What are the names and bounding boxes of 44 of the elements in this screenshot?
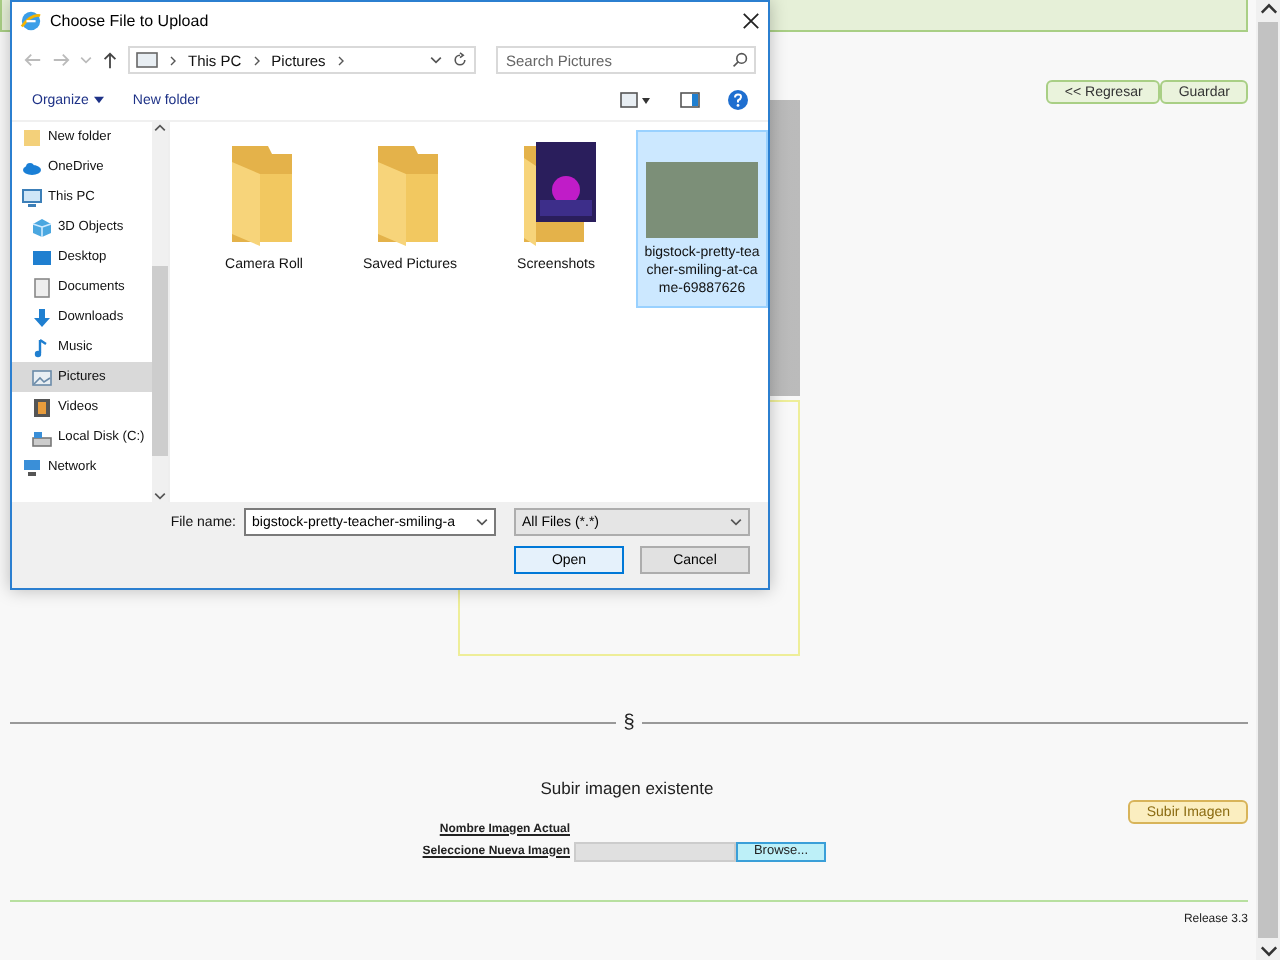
music-note-icon (32, 337, 52, 357)
disk-drive-icon (32, 427, 52, 447)
document-icon (32, 277, 52, 297)
download-arrow-icon (32, 307, 52, 327)
scroll-thumb[interactable] (152, 266, 168, 456)
breadcrumb-chevron-icon (335, 55, 346, 65)
section-mark: § (623, 712, 635, 734)
desktop-icon (32, 247, 52, 267)
breadcrumb-chevron-icon (168, 55, 178, 65)
dropdown-caret-icon (430, 54, 442, 66)
recent-caret-icon (80, 54, 92, 66)
up-arrow-icon[interactable] (102, 51, 118, 69)
scroll-down-icon (1259, 942, 1277, 960)
dropdown-caret-icon (730, 516, 742, 528)
breadcrumb-chevron-icon (251, 55, 262, 65)
sidebar-scrollbar[interactable] (152, 122, 168, 502)
scroll-thumb[interactable] (1258, 22, 1278, 938)
dropdown-caret-icon (476, 516, 488, 528)
file-path-field[interactable] (574, 841, 736, 861)
dialog-title: Choose File to Upload (50, 12, 211, 30)
photo-placeholder (646, 162, 758, 238)
folder-icon (22, 127, 42, 147)
pictures-icon (32, 367, 52, 387)
network-icon (22, 457, 42, 477)
scroll-down-icon (154, 490, 166, 502)
film-icon (32, 397, 52, 417)
back-arrow-icon[interactable] (24, 52, 42, 68)
scroll-up-icon (1259, 0, 1277, 18)
caret-icon (94, 96, 105, 104)
search-icon (732, 52, 748, 68)
cube-icon (32, 217, 52, 237)
forward-arrow-icon[interactable] (52, 52, 70, 68)
help-icon[interactable] (728, 90, 748, 110)
scroll-up-icon (154, 122, 166, 134)
computer-icon (22, 187, 42, 207)
preview-pane-icon[interactable] (680, 92, 700, 108)
scrollbar[interactable] (1256, 0, 1280, 960)
refresh-icon[interactable] (452, 52, 468, 68)
globe-e-icon (20, 10, 42, 32)
cloud-icon (22, 157, 42, 177)
section-heading: Subir imagen existente (538, 778, 716, 798)
pictures-icon (136, 52, 158, 68)
view-options-icon[interactable] (620, 92, 652, 108)
close-icon[interactable] (742, 12, 760, 30)
